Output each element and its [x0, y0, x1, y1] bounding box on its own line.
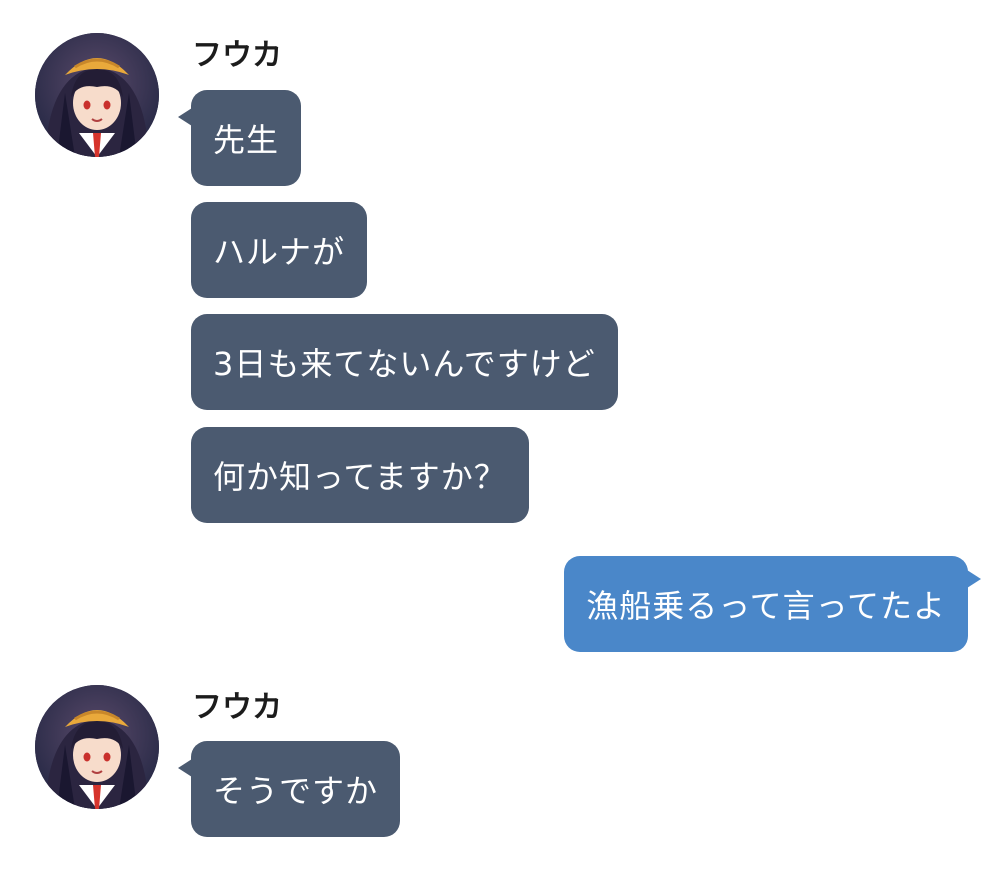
character-portrait-icon [35, 33, 159, 157]
sender-avatar[interactable] [35, 33, 159, 157]
message-bubble[interactable]: 先生 [191, 90, 302, 186]
message-bubble[interactable]: ハルナが [191, 202, 368, 298]
sender-avatar[interactable] [35, 685, 159, 809]
sender-name: フウカ [192, 690, 282, 725]
bubble-tail [178, 759, 192, 777]
message-bubble[interactable]: 3日も来てないんですけど [191, 314, 618, 410]
bubble-tail [967, 570, 981, 588]
message-bubble[interactable]: そうですか [191, 741, 401, 837]
sender-name: フウカ [192, 38, 282, 73]
sent-message-bubble[interactable]: 漁船乗るって言ってたよ [564, 556, 968, 652]
character-portrait-icon [35, 685, 159, 809]
message-bubble[interactable]: 何か知ってますか？ [191, 427, 529, 523]
bubble-tail [178, 108, 192, 126]
